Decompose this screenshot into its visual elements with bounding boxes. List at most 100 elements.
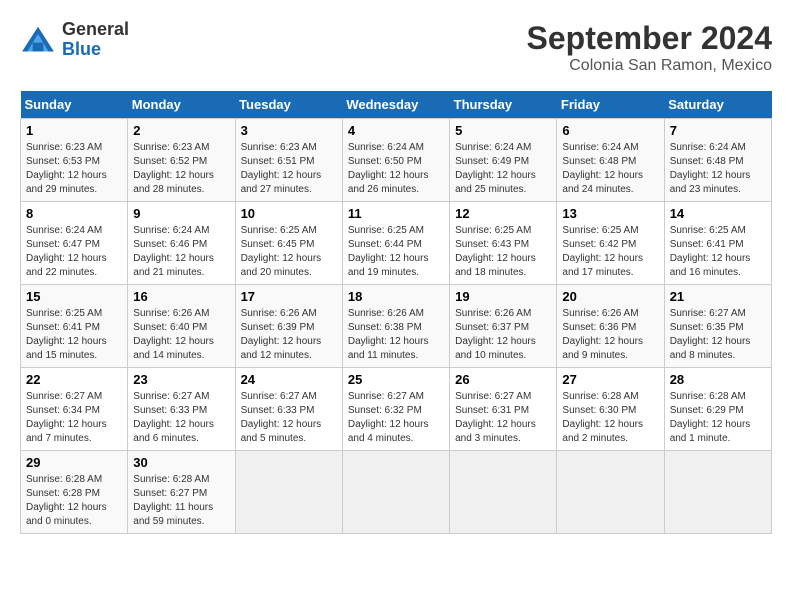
- title-section: September 2024 Colonia San Ramon, Mexico: [527, 20, 772, 75]
- calendar-cell: 13 Sunrise: 6:25 AMSunset: 6:42 PMDaylig…: [557, 202, 664, 285]
- day-info: Sunrise: 6:25 AMSunset: 6:45 PMDaylight:…: [241, 224, 337, 280]
- day-number: 20: [562, 289, 658, 304]
- calendar-cell: 3 Sunrise: 6:23 AMSunset: 6:51 PMDayligh…: [235, 119, 342, 202]
- header-thursday: Thursday: [450, 91, 557, 119]
- day-number: 25: [348, 372, 444, 387]
- day-info: Sunrise: 6:24 AMSunset: 6:48 PMDaylight:…: [562, 141, 658, 197]
- calendar-cell: 15 Sunrise: 6:25 AMSunset: 6:41 PMDaylig…: [21, 285, 128, 368]
- logo: General Blue: [20, 20, 129, 60]
- logo-text: General Blue: [62, 20, 129, 60]
- calendar-cell: 4 Sunrise: 6:24 AMSunset: 6:50 PMDayligh…: [342, 119, 449, 202]
- day-info: Sunrise: 6:26 AMSunset: 6:39 PMDaylight:…: [241, 307, 337, 363]
- header-friday: Friday: [557, 91, 664, 119]
- day-number: 2: [133, 123, 229, 138]
- calendar-cell: [450, 451, 557, 534]
- calendar-cell: 28 Sunrise: 6:28 AMSunset: 6:29 PMDaylig…: [664, 368, 771, 451]
- day-number: 18: [348, 289, 444, 304]
- day-number: 29: [26, 455, 122, 470]
- calendar-cell: 6 Sunrise: 6:24 AMSunset: 6:48 PMDayligh…: [557, 119, 664, 202]
- day-info: Sunrise: 6:26 AMSunset: 6:38 PMDaylight:…: [348, 307, 444, 363]
- calendar-cell: 8 Sunrise: 6:24 AMSunset: 6:47 PMDayligh…: [21, 202, 128, 285]
- day-number: 15: [26, 289, 122, 304]
- day-info: Sunrise: 6:23 AMSunset: 6:51 PMDaylight:…: [241, 141, 337, 197]
- calendar-table: SundayMondayTuesdayWednesdayThursdayFrid…: [20, 91, 772, 534]
- day-number: 7: [670, 123, 766, 138]
- calendar-week-row: 15 Sunrise: 6:25 AMSunset: 6:41 PMDaylig…: [21, 285, 772, 368]
- calendar-cell: 18 Sunrise: 6:26 AMSunset: 6:38 PMDaylig…: [342, 285, 449, 368]
- day-number: 1: [26, 123, 122, 138]
- calendar-week-row: 1 Sunrise: 6:23 AMSunset: 6:53 PMDayligh…: [21, 119, 772, 202]
- day-info: Sunrise: 6:28 AMSunset: 6:28 PMDaylight:…: [26, 473, 122, 529]
- day-info: Sunrise: 6:24 AMSunset: 6:46 PMDaylight:…: [133, 224, 229, 280]
- month-title: September 2024: [527, 20, 772, 57]
- calendar-header-row: SundayMondayTuesdayWednesdayThursdayFrid…: [21, 91, 772, 119]
- header-monday: Monday: [128, 91, 235, 119]
- day-number: 5: [455, 123, 551, 138]
- day-number: 19: [455, 289, 551, 304]
- calendar-cell: 25 Sunrise: 6:27 AMSunset: 6:32 PMDaylig…: [342, 368, 449, 451]
- calendar-cell: 22 Sunrise: 6:27 AMSunset: 6:34 PMDaylig…: [21, 368, 128, 451]
- day-number: 26: [455, 372, 551, 387]
- day-info: Sunrise: 6:24 AMSunset: 6:49 PMDaylight:…: [455, 141, 551, 197]
- calendar-week-row: 29 Sunrise: 6:28 AMSunset: 6:28 PMDaylig…: [21, 451, 772, 534]
- day-number: 8: [26, 206, 122, 221]
- calendar-cell: 11 Sunrise: 6:25 AMSunset: 6:44 PMDaylig…: [342, 202, 449, 285]
- header-wednesday: Wednesday: [342, 91, 449, 119]
- calendar-cell: 14 Sunrise: 6:25 AMSunset: 6:41 PMDaylig…: [664, 202, 771, 285]
- day-info: Sunrise: 6:27 AMSunset: 6:35 PMDaylight:…: [670, 307, 766, 363]
- calendar-cell: 10 Sunrise: 6:25 AMSunset: 6:45 PMDaylig…: [235, 202, 342, 285]
- day-info: Sunrise: 6:24 AMSunset: 6:47 PMDaylight:…: [26, 224, 122, 280]
- calendar-cell: 9 Sunrise: 6:24 AMSunset: 6:46 PMDayligh…: [128, 202, 235, 285]
- day-info: Sunrise: 6:27 AMSunset: 6:33 PMDaylight:…: [133, 390, 229, 446]
- day-info: Sunrise: 6:24 AMSunset: 6:50 PMDaylight:…: [348, 141, 444, 197]
- day-info: Sunrise: 6:25 AMSunset: 6:44 PMDaylight:…: [348, 224, 444, 280]
- day-number: 22: [26, 372, 122, 387]
- calendar-cell: 7 Sunrise: 6:24 AMSunset: 6:48 PMDayligh…: [664, 119, 771, 202]
- day-number: 12: [455, 206, 551, 221]
- day-number: 16: [133, 289, 229, 304]
- calendar-cell: [342, 451, 449, 534]
- calendar-cell: 26 Sunrise: 6:27 AMSunset: 6:31 PMDaylig…: [450, 368, 557, 451]
- day-number: 10: [241, 206, 337, 221]
- calendar-cell: [664, 451, 771, 534]
- calendar-cell: 17 Sunrise: 6:26 AMSunset: 6:39 PMDaylig…: [235, 285, 342, 368]
- location-title: Colonia San Ramon, Mexico: [527, 57, 772, 75]
- calendar-cell: [235, 451, 342, 534]
- day-number: 28: [670, 372, 766, 387]
- calendar-cell: 23 Sunrise: 6:27 AMSunset: 6:33 PMDaylig…: [128, 368, 235, 451]
- day-number: 13: [562, 206, 658, 221]
- day-info: Sunrise: 6:28 AMSunset: 6:29 PMDaylight:…: [670, 390, 766, 446]
- day-info: Sunrise: 6:25 AMSunset: 6:43 PMDaylight:…: [455, 224, 551, 280]
- day-info: Sunrise: 6:26 AMSunset: 6:40 PMDaylight:…: [133, 307, 229, 363]
- calendar-week-row: 8 Sunrise: 6:24 AMSunset: 6:47 PMDayligh…: [21, 202, 772, 285]
- day-info: Sunrise: 6:27 AMSunset: 6:32 PMDaylight:…: [348, 390, 444, 446]
- calendar-cell: 21 Sunrise: 6:27 AMSunset: 6:35 PMDaylig…: [664, 285, 771, 368]
- day-info: Sunrise: 6:25 AMSunset: 6:41 PMDaylight:…: [26, 307, 122, 363]
- day-info: Sunrise: 6:26 AMSunset: 6:36 PMDaylight:…: [562, 307, 658, 363]
- day-info: Sunrise: 6:26 AMSunset: 6:37 PMDaylight:…: [455, 307, 551, 363]
- calendar-cell: 5 Sunrise: 6:24 AMSunset: 6:49 PMDayligh…: [450, 119, 557, 202]
- day-number: 4: [348, 123, 444, 138]
- day-info: Sunrise: 6:24 AMSunset: 6:48 PMDaylight:…: [670, 141, 766, 197]
- calendar-cell: 24 Sunrise: 6:27 AMSunset: 6:33 PMDaylig…: [235, 368, 342, 451]
- calendar-cell: 29 Sunrise: 6:28 AMSunset: 6:28 PMDaylig…: [21, 451, 128, 534]
- calendar-cell: 30 Sunrise: 6:28 AMSunset: 6:27 PMDaylig…: [128, 451, 235, 534]
- day-number: 24: [241, 372, 337, 387]
- day-number: 23: [133, 372, 229, 387]
- day-info: Sunrise: 6:27 AMSunset: 6:33 PMDaylight:…: [241, 390, 337, 446]
- day-number: 17: [241, 289, 337, 304]
- calendar-cell: 19 Sunrise: 6:26 AMSunset: 6:37 PMDaylig…: [450, 285, 557, 368]
- calendar-cell: 16 Sunrise: 6:26 AMSunset: 6:40 PMDaylig…: [128, 285, 235, 368]
- day-info: Sunrise: 6:25 AMSunset: 6:41 PMDaylight:…: [670, 224, 766, 280]
- calendar-cell: 2 Sunrise: 6:23 AMSunset: 6:52 PMDayligh…: [128, 119, 235, 202]
- calendar-cell: 20 Sunrise: 6:26 AMSunset: 6:36 PMDaylig…: [557, 285, 664, 368]
- header-sunday: Sunday: [21, 91, 128, 119]
- day-info: Sunrise: 6:27 AMSunset: 6:31 PMDaylight:…: [455, 390, 551, 446]
- day-info: Sunrise: 6:28 AMSunset: 6:30 PMDaylight:…: [562, 390, 658, 446]
- day-info: Sunrise: 6:25 AMSunset: 6:42 PMDaylight:…: [562, 224, 658, 280]
- day-number: 14: [670, 206, 766, 221]
- header-saturday: Saturday: [664, 91, 771, 119]
- day-number: 3: [241, 123, 337, 138]
- day-number: 30: [133, 455, 229, 470]
- day-number: 27: [562, 372, 658, 387]
